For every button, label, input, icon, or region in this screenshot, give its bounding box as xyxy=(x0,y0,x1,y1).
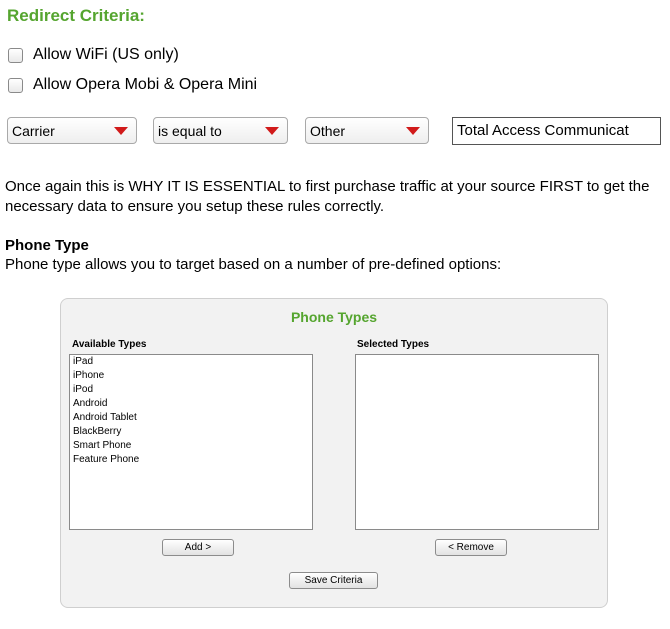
list-item[interactable]: BlackBerry xyxy=(70,425,312,439)
field-select[interactable]: Carrier xyxy=(7,117,137,144)
list-item[interactable]: Feature Phone xyxy=(70,453,312,467)
phone-type-description: Phone type allows you to target based on… xyxy=(5,256,502,273)
operator-select-value: is equal to xyxy=(158,123,222,139)
available-types-list[interactable]: iPad iPhone iPod Android Android Tablet … xyxy=(69,354,313,530)
list-item[interactable]: Android xyxy=(70,397,312,411)
phone-types-title: Phone Types xyxy=(290,309,378,325)
list-item[interactable]: iPad xyxy=(70,355,312,369)
list-item[interactable]: Android Tablet xyxy=(70,411,312,425)
essential-note: Once again this is WHY IT IS ESSENTIAL t… xyxy=(5,178,650,215)
allow-wifi-option[interactable]: Allow WiFi (US only) xyxy=(8,46,179,64)
allow-wifi-label: Allow WiFi (US only) xyxy=(33,46,179,63)
field-select-value: Carrier xyxy=(12,123,55,139)
dropdown-arrow-icon xyxy=(265,127,279,135)
allow-opera-checkbox[interactable] xyxy=(8,77,23,93)
phone-types-panel: Phone Types Available Types Selected Typ… xyxy=(60,298,608,608)
criteria-value-input[interactable]: Total Access Communicat xyxy=(452,117,661,145)
allow-opera-option[interactable]: Allow Opera Mobi & Opera Mini xyxy=(8,76,257,94)
available-types-label: Available Types xyxy=(72,339,147,350)
phone-type-heading: Phone Type xyxy=(5,237,89,254)
selected-types-list[interactable] xyxy=(355,354,599,530)
add-button[interactable]: Add > xyxy=(162,539,234,556)
selected-types-label: Selected Types xyxy=(357,339,430,350)
value-type-select-value: Other xyxy=(310,123,346,139)
list-item[interactable]: iPhone xyxy=(70,369,312,383)
remove-button[interactable]: < Remove xyxy=(435,539,507,556)
value-type-select[interactable]: Other xyxy=(305,117,429,144)
save-criteria-button[interactable]: Save Criteria xyxy=(289,572,378,589)
operator-select[interactable]: is equal to xyxy=(153,117,288,144)
dropdown-arrow-icon xyxy=(406,127,420,135)
list-item[interactable]: Smart Phone xyxy=(70,439,312,453)
redirect-criteria-title: Redirect Criteria: xyxy=(7,6,145,25)
list-item[interactable]: iPod xyxy=(70,383,312,397)
dropdown-arrow-icon xyxy=(114,127,128,135)
allow-wifi-checkbox[interactable] xyxy=(8,47,23,63)
allow-opera-label: Allow Opera Mobi & Opera Mini xyxy=(33,76,258,93)
